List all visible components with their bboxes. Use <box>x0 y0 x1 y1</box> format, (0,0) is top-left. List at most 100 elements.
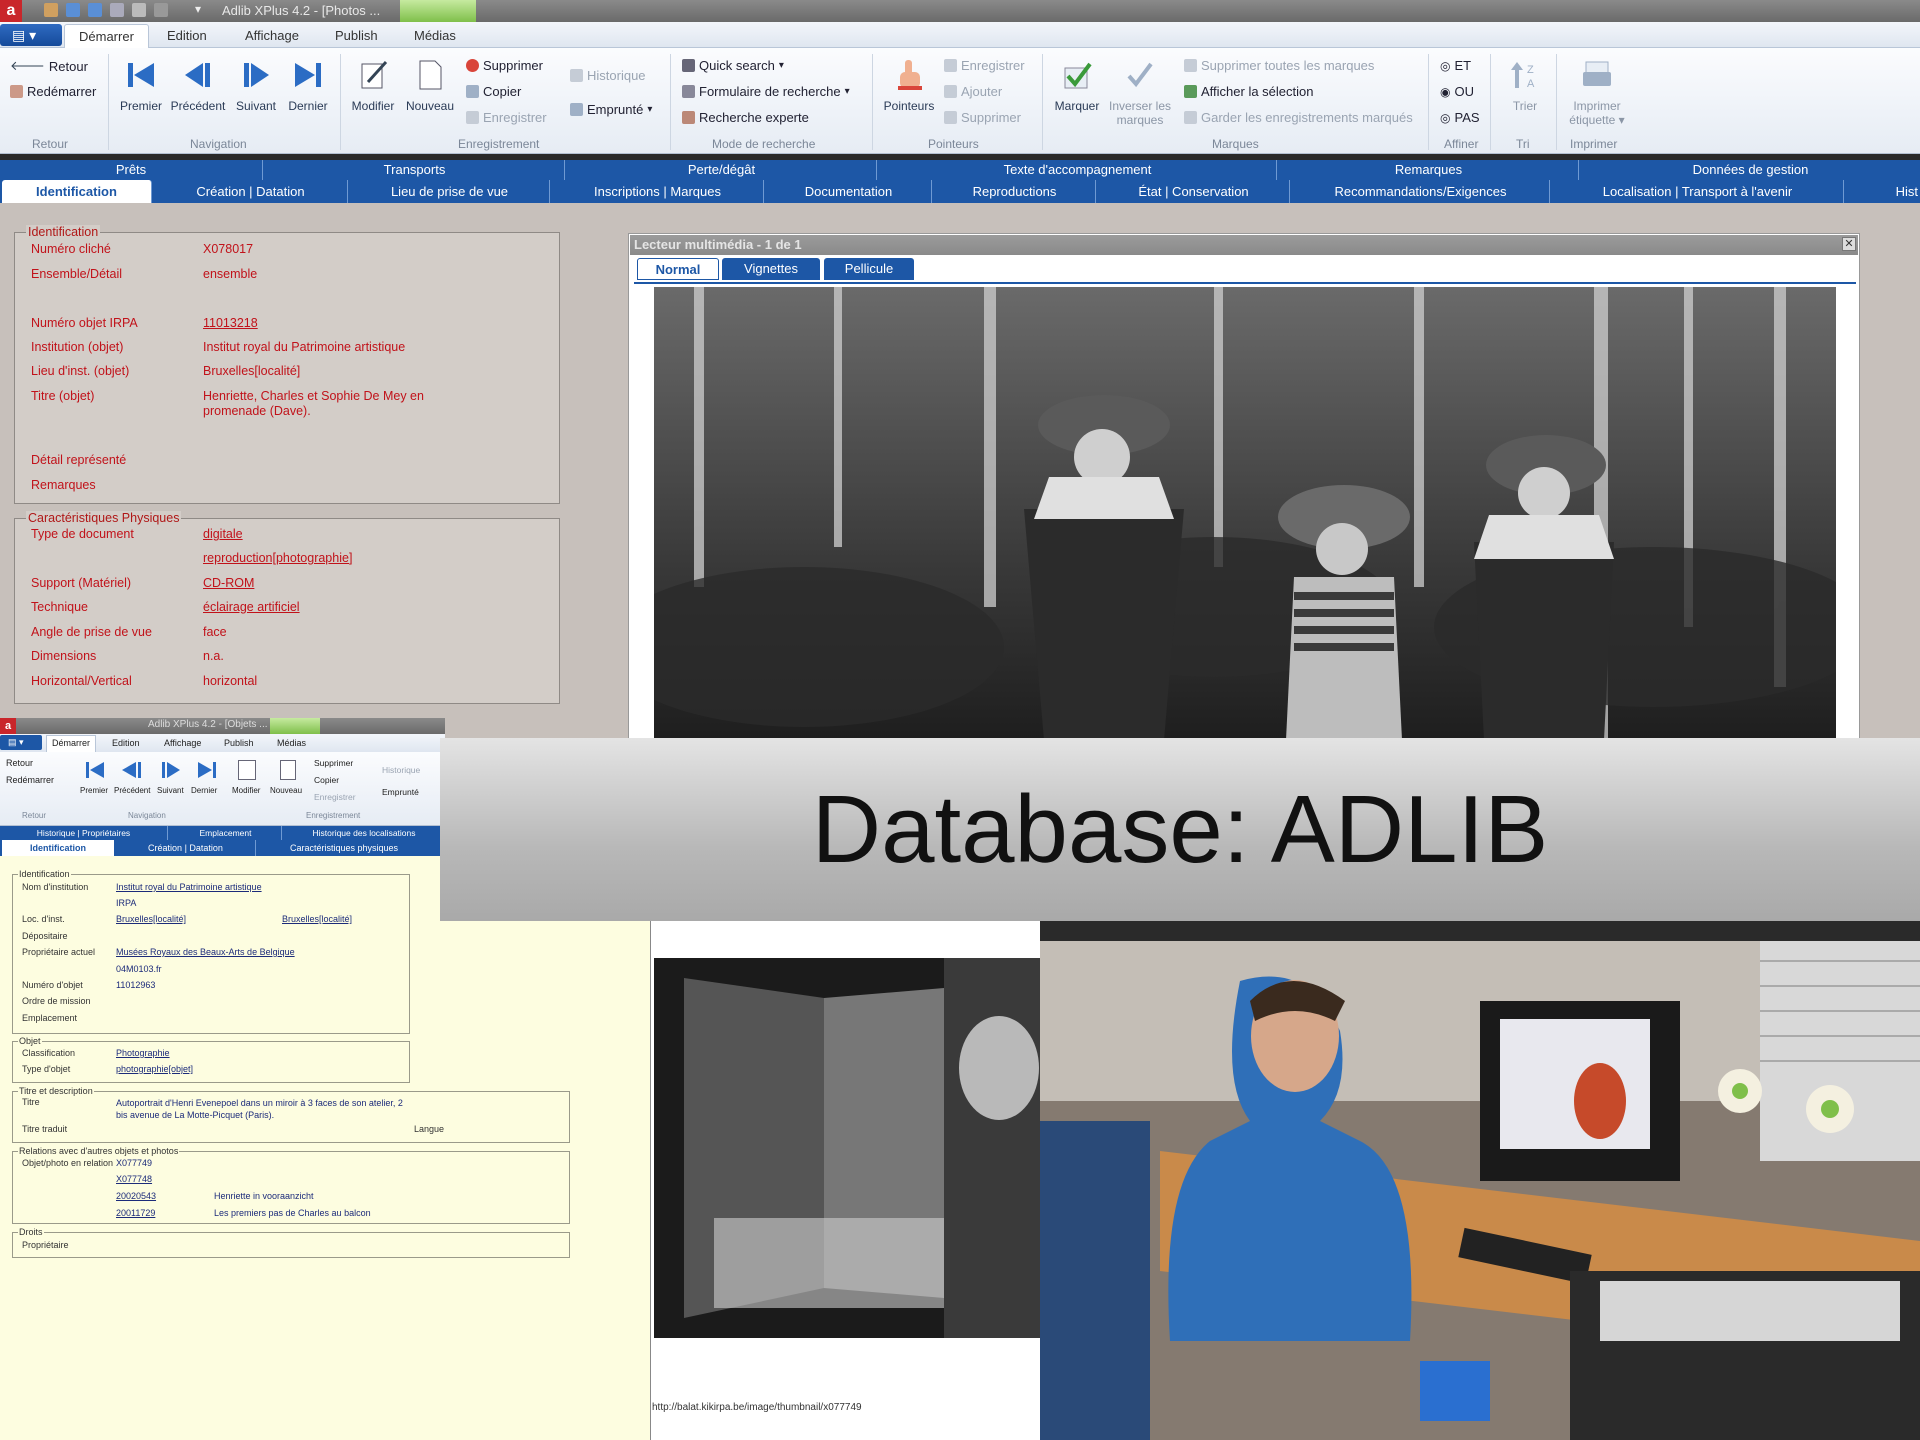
tab-reproductions[interactable]: Reproductions <box>934 180 1096 203</box>
enregistrer-button[interactable]: Enregistrer <box>466 110 547 125</box>
inverser-marques-button[interactable]: Inverser les marques <box>1106 58 1174 127</box>
window2-emprunte-button[interactable]: Emprunté <box>382 787 419 797</box>
formulaire-recherche-button[interactable]: Formulaire de recherche ▾ <box>682 84 850 99</box>
media-tab-vignettes[interactable]: Vignettes <box>722 258 820 280</box>
window2-supprimer-button[interactable]: Supprimer <box>314 758 353 768</box>
w2-value-proprietaire-code[interactable]: 04M0103.fr <box>116 964 162 974</box>
tab-transports[interactable]: Transports <box>265 160 565 180</box>
tab-prets[interactable]: Prêts <box>0 160 263 180</box>
imprimer-etiquette-button[interactable]: Imprimer étiquette ▾ <box>1560 58 1634 127</box>
affiner-et-button[interactable]: ◎ ET <box>1440 58 1471 73</box>
tab-remarques[interactable]: Remarques <box>1279 160 1579 180</box>
tab-medias[interactable]: Médias <box>414 28 456 43</box>
window2-tab-demarrer[interactable]: Démarrer <box>46 735 96 752</box>
w2-relation-id[interactable]: X077749 <box>116 1158 152 1168</box>
window2-tab-identification[interactable]: Identification <box>2 840 114 856</box>
field-value-institution[interactable]: Institut royal du Patrimoine artistique <box>203 340 405 354</box>
precedent-button[interactable]: Précédent <box>168 58 228 113</box>
supprimer-button[interactable]: Supprimer <box>466 58 543 73</box>
historique-button[interactable]: Historique <box>570 68 646 83</box>
quick-search-button[interactable]: Quick search ▾ <box>682 58 784 73</box>
tab-documentation[interactable]: Documentation <box>766 180 932 203</box>
home-icon[interactable] <box>44 3 58 17</box>
media-tab-pellicule[interactable]: Pellicule <box>824 258 914 280</box>
tab-recommandations[interactable]: Recommandations/Exigences <box>1292 180 1550 203</box>
w2-value-type-objet[interactable]: photographie[objet] <box>116 1064 193 1074</box>
affiner-pas-button[interactable]: ◎ PAS <box>1440 110 1480 125</box>
field-value-titre[interactable]: Henriette, Charles et Sophie De Mey en p… <box>203 389 453 419</box>
tab-etat-conservation[interactable]: État | Conservation <box>1098 180 1290 203</box>
w2-value-numero-objet[interactable]: 11012963 <box>116 980 155 990</box>
field-value-type-document-2[interactable]: reproduction[photographie] <box>203 551 352 565</box>
document-icon[interactable] <box>132 3 146 17</box>
window2-redemarrer-button[interactable]: Redémarrer <box>6 775 54 785</box>
afficher-selection-button[interactable]: Afficher la sélection <box>1184 84 1314 99</box>
window2-dernier-button[interactable]: Dernier <box>191 786 217 795</box>
w2-value-irpa[interactable]: IRPA <box>116 898 136 908</box>
w2-value-nom-institution[interactable]: Institut royal du Patrimoine artistique <box>116 882 262 892</box>
app-menu-button[interactable]: ▤ ▾ <box>0 24 62 46</box>
nouveau-button[interactable]: Nouveau <box>402 58 458 113</box>
field-value-numero-objet[interactable]: 11013218 <box>203 316 258 330</box>
tab-affichage[interactable]: Affichage <box>245 28 299 43</box>
retour-button[interactable]: 🡐 Retour <box>10 58 88 74</box>
supprimer-toutes-marques-button[interactable]: Supprimer toutes les marques <box>1184 58 1374 73</box>
forward-arrow-icon[interactable] <box>88 3 102 17</box>
pointeurs-enregistrer-button[interactable]: Enregistrer <box>944 58 1025 73</box>
field-value-ensemble-detail[interactable]: ensemble <box>203 267 257 281</box>
pointeurs-supprimer-button[interactable]: Supprimer <box>944 110 1021 125</box>
w2-value-titre[interactable]: Autoportrait d'Henri Evenepoel dans un m… <box>116 1097 406 1121</box>
field-value-type-document[interactable]: digitale <box>203 527 243 541</box>
modifier-button[interactable]: Modifier <box>346 58 400 113</box>
window2-app-menu-button[interactable]: ▤ ▾ <box>0 735 42 750</box>
tab-creation-datation[interactable]: Création | Datation <box>154 180 348 203</box>
trier-button[interactable]: ZA Trier <box>1498 58 1552 113</box>
copier-button[interactable]: Copier <box>466 84 521 99</box>
edit-icon[interactable] <box>110 3 124 17</box>
back-arrow-icon[interactable] <box>66 3 80 17</box>
dernier-button[interactable]: Dernier <box>283 58 333 113</box>
tab-historique[interactable]: Hist <box>1846 180 1920 203</box>
window2-tab-caracteristiques[interactable]: Caractéristiques physiques <box>258 840 430 856</box>
window2-copier-button[interactable]: Copier <box>314 775 339 785</box>
marquer-button[interactable]: Marquer <box>1048 58 1106 113</box>
window2-modifier-button[interactable]: Modifier <box>232 786 260 795</box>
adlib-logo-icon[interactable]: a <box>0 718 16 734</box>
w2-value-loc-inst[interactable]: Bruxelles[localité] <box>116 914 186 924</box>
window2-retour-button[interactable]: Retour <box>6 758 33 768</box>
pointeurs-button[interactable]: Pointeurs <box>878 58 940 113</box>
window2-tab-edition[interactable]: Edition <box>112 738 140 748</box>
affiner-ou-button[interactable]: ◉ OU <box>1440 84 1474 99</box>
window2-suivant-button[interactable]: Suivant <box>157 786 184 795</box>
field-value-technique[interactable]: éclairage artificiel <box>203 600 300 614</box>
close-icon[interactable]: ✕ <box>1842 237 1856 251</box>
tab-publish[interactable]: Publish <box>335 28 378 43</box>
media-tab-normal[interactable]: Normal <box>637 258 719 280</box>
redemarrer-button[interactable]: Redémarrer <box>10 84 96 99</box>
recherche-experte-button[interactable]: Recherche experte <box>682 110 809 125</box>
w2-relation-id[interactable]: 20011729 <box>116 1208 155 1218</box>
window2-enregistrer-button[interactable]: Enregistrer <box>314 792 356 802</box>
tab-localisation-transport[interactable]: Localisation | Transport à l'avenir <box>1552 180 1844 203</box>
window2-tab-publish[interactable]: Publish <box>224 738 254 748</box>
window2-tab-historique-proprietaires[interactable]: Historique | Propriétaires <box>0 826 168 840</box>
w2-value-loc-inst-2[interactable]: Bruxelles[localité] <box>282 914 352 924</box>
emprunte-button[interactable]: Emprunté ▾ <box>570 102 652 117</box>
w2-value-classification[interactable]: Photographie <box>116 1048 170 1058</box>
w2-relation-id[interactable]: X077748 <box>116 1174 152 1184</box>
field-value-lieu-inst[interactable]: Bruxelles[localité] <box>203 364 300 378</box>
field-value-angle[interactable]: face <box>203 625 227 639</box>
window2-tab-medias[interactable]: Médias <box>277 738 306 748</box>
tab-identification[interactable]: Identification <box>2 180 152 203</box>
window2-tab-creation-datation[interactable]: Création | Datation <box>116 840 256 856</box>
qat-dropdown-icon[interactable]: ▾ <box>195 2 201 16</box>
window2-precedent-button[interactable]: Précédent <box>114 786 150 795</box>
tab-demarrer[interactable]: Démarrer <box>64 24 149 48</box>
window2-historique-button[interactable]: Historique <box>382 765 420 775</box>
field-value-dimensions[interactable]: n.a. <box>203 649 224 663</box>
tab-lieu-prise-de-vue[interactable]: Lieu de prise de vue <box>350 180 550 203</box>
window2-tab-emplacement[interactable]: Emplacement <box>170 826 282 840</box>
adlib-logo-icon[interactable]: a <box>0 0 22 22</box>
tab-texte-accompagnement[interactable]: Texte d'accompagnement <box>879 160 1277 180</box>
window2-premier-button[interactable]: Premier <box>80 786 108 795</box>
